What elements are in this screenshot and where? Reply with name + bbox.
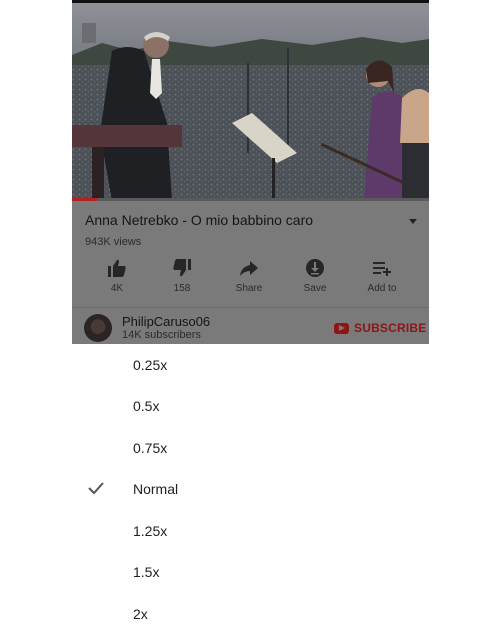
subscribe-button[interactable]: SUBSCRIBE <box>334 320 426 336</box>
add-to-playlist-button[interactable]: Add to <box>352 258 412 294</box>
channel-name[interactable]: PhilipCaruso06 <box>122 314 210 329</box>
speed-option[interactable]: 0.5x <box>0 385 500 426</box>
speed-option-label: 0.25x <box>133 357 168 373</box>
video-progress-fill <box>72 198 97 201</box>
subscriber-count: 14K subscribers <box>122 329 201 341</box>
like-count: 4K <box>110 283 124 294</box>
youtube-logo-icon <box>334 322 349 334</box>
speed-option[interactable]: 1.5x <box>0 551 500 592</box>
video-player[interactable] <box>72 3 429 201</box>
view-count: 943K views <box>85 236 142 248</box>
divider <box>72 307 429 308</box>
thumbs-down-icon <box>173 259 191 277</box>
share-icon <box>240 261 258 276</box>
download-icon <box>306 259 324 277</box>
chevron-down-icon[interactable] <box>406 214 420 228</box>
save-label: Save <box>303 283 327 294</box>
checkmark-icon <box>88 482 104 495</box>
speed-option-label: 2x <box>133 606 148 622</box>
video-progress-bar[interactable] <box>72 198 429 201</box>
playback-speed-menu: 0.25x 0.5x 0.75x Normal 1.25x 1.5x 2x <box>0 344 500 635</box>
speed-option-selected[interactable]: Normal <box>0 468 500 509</box>
thumbs-up-icon <box>108 259 126 277</box>
share-label: Share <box>235 283 263 294</box>
speed-option-label: 0.5x <box>133 398 160 414</box>
dislike-count: 158 <box>173 283 191 294</box>
like-button[interactable]: 4K <box>87 258 147 294</box>
subscribe-label: SUBSCRIBE <box>354 321 427 335</box>
add-to-label: Add to <box>367 283 397 294</box>
dislike-button[interactable]: 158 <box>152 258 212 294</box>
speed-option-label: 1.25x <box>133 523 168 539</box>
speed-option[interactable]: 1.25x <box>0 510 500 551</box>
speed-option-label: Normal <box>133 481 179 497</box>
save-button[interactable]: Save <box>285 258 345 294</box>
speed-option[interactable]: 0.75x <box>0 427 500 468</box>
speed-option-label: 1.5x <box>133 564 160 580</box>
channel-avatar[interactable] <box>84 314 112 342</box>
speed-option[interactable]: 0.25x <box>0 344 500 385</box>
share-button[interactable]: Share <box>219 258 279 294</box>
speed-option-label: 0.75x <box>133 440 168 456</box>
speed-option[interactable]: 2x <box>0 593 500 634</box>
action-bar: 4K 158 Share Save Add to <box>72 258 429 298</box>
add-to-playlist-icon <box>373 262 391 276</box>
video-page: Anna Netrebko - O mio babbino caro 943K … <box>72 0 429 344</box>
video-title: Anna Netrebko - O mio babbino caro <box>85 212 314 228</box>
video-frame <box>72 3 429 201</box>
